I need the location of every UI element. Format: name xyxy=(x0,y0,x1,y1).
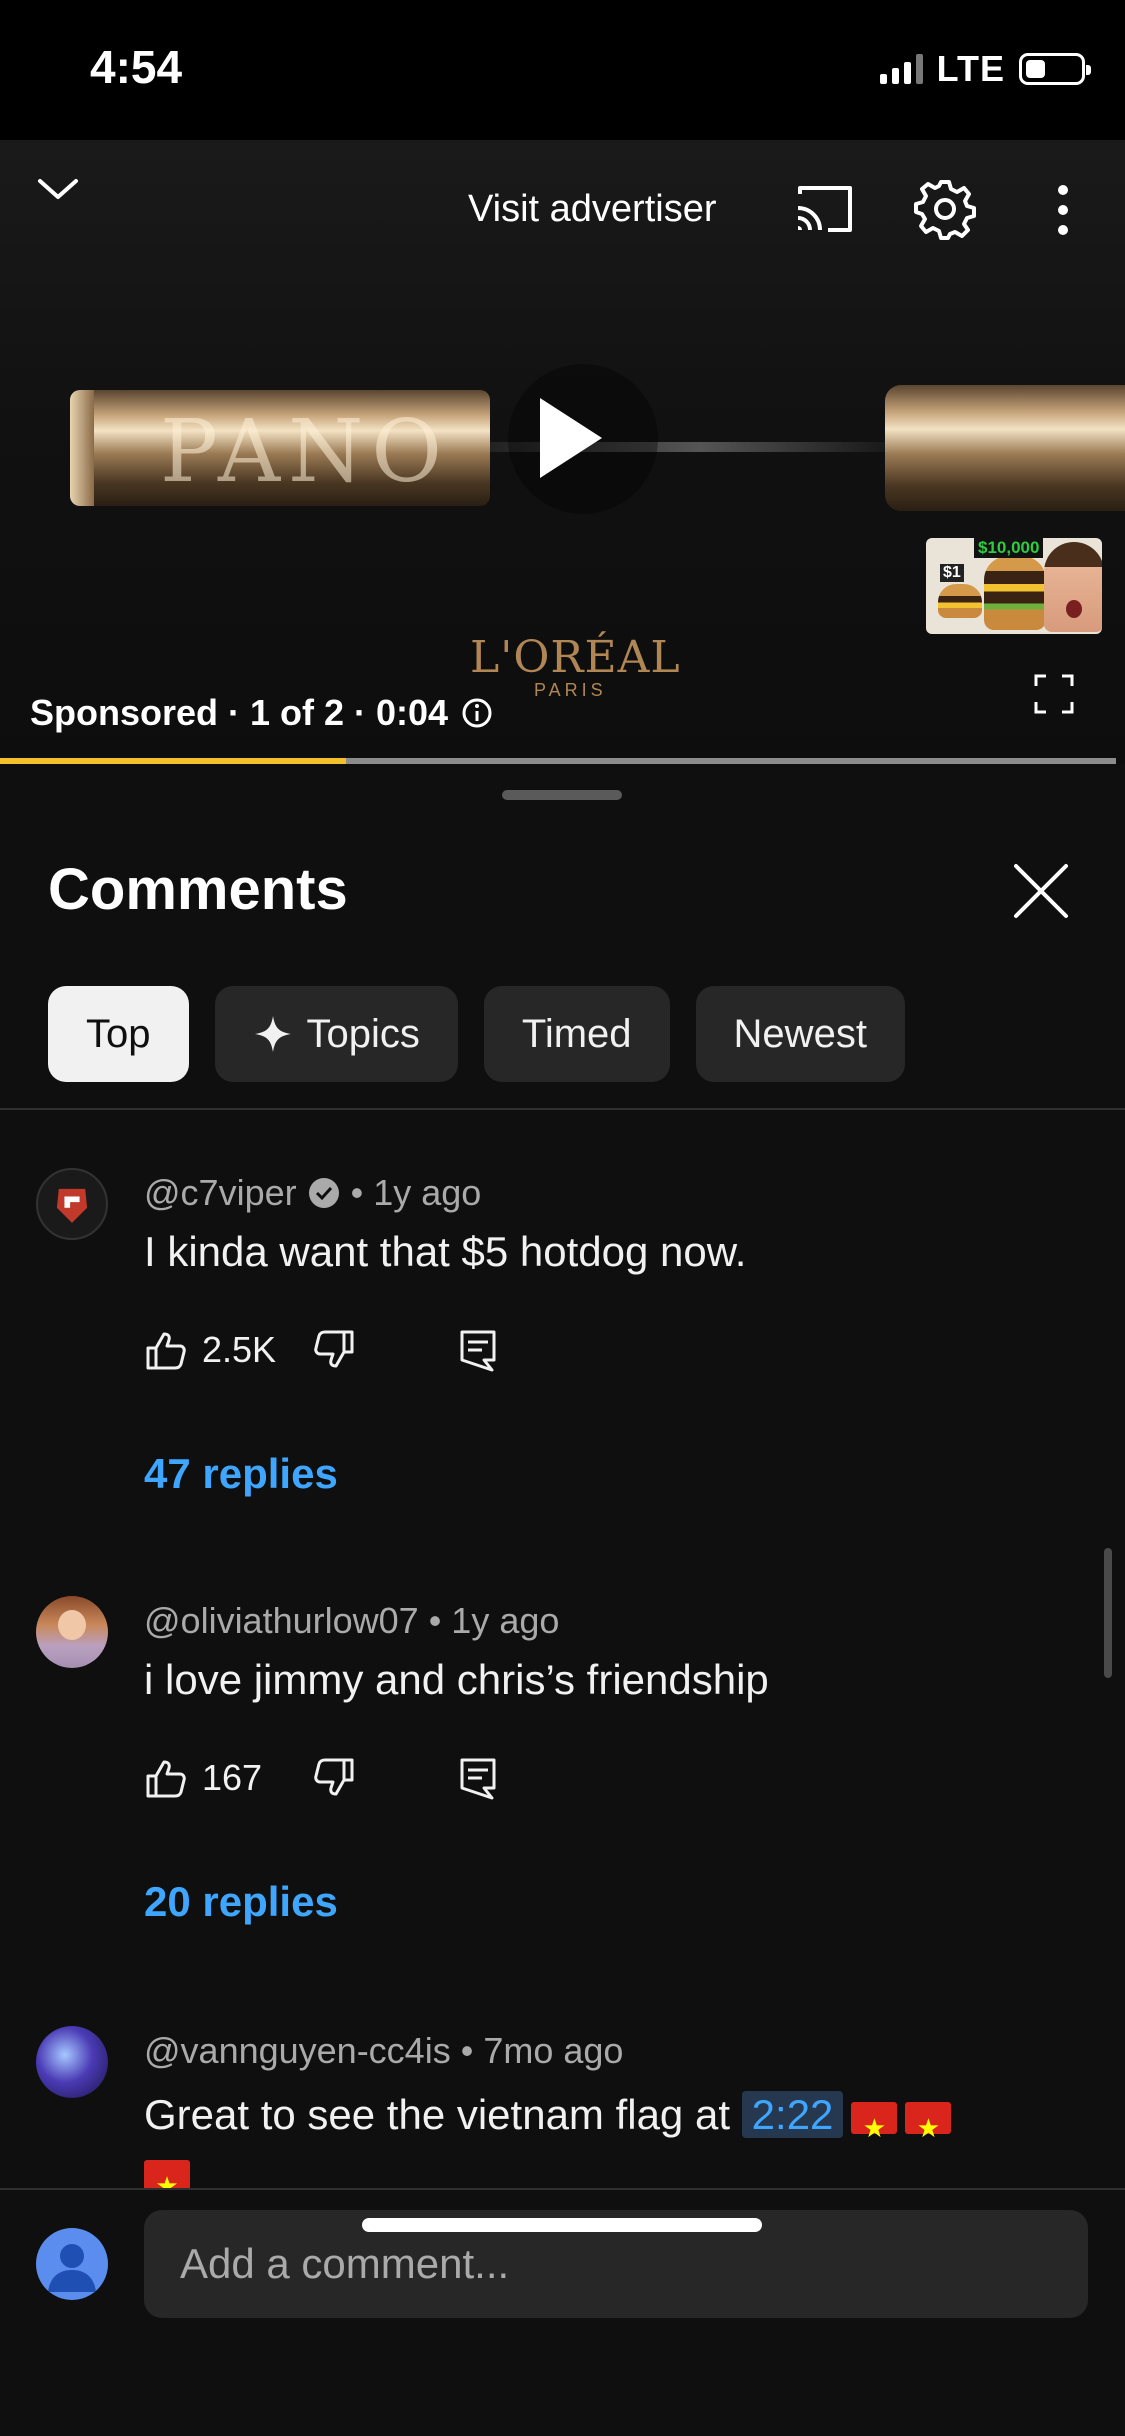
sparkle-icon xyxy=(254,1016,291,1052)
brand-logo-sub: PARIS xyxy=(534,680,607,700)
thumbnail-face xyxy=(1044,542,1102,632)
meta-separator: • xyxy=(350,1172,364,1213)
fullscreen-icon[interactable] xyxy=(1034,674,1074,714)
comment-age: 7mo ago xyxy=(483,2030,624,2071)
signal-icon xyxy=(879,54,923,84)
comment-meta: @oliviathurlow07 • 1y ago xyxy=(144,1600,559,1642)
close-icon[interactable] xyxy=(1012,862,1070,920)
comment-meta: @c7viper • 1y ago xyxy=(144,1172,481,1214)
vietnam-flag-icon xyxy=(851,2099,898,2157)
status-indicators: LTE xyxy=(879,48,1091,90)
chevron-down-icon[interactable] xyxy=(36,175,80,203)
view-replies-link[interactable]: 47 replies xyxy=(144,1450,338,1498)
comment-age: 1y ago xyxy=(373,1172,482,1213)
chip-topics[interactable]: Topics xyxy=(214,986,458,1082)
reply-icon[interactable] xyxy=(456,1328,500,1372)
meta-separator: • xyxy=(428,1600,442,1641)
thumbnail-mouth xyxy=(1066,600,1082,618)
chip-top[interactable]: Top xyxy=(48,986,189,1082)
comments-panel: Comments Top Topics Timed Newest @c7vipe… xyxy=(0,764,1125,2436)
user-avatar-icon xyxy=(48,2244,96,2292)
comment-sort-chips: Top Topics Timed Newest xyxy=(48,986,905,1082)
thumbs-down-icon[interactable] xyxy=(312,1756,356,1800)
comment-text-content: Great to see the vietnam flag at xyxy=(144,2091,730,2138)
sponsored-info: Sponsored · 1 of 2 · 0:04 xyxy=(30,692,494,734)
mascara-cap xyxy=(70,390,94,506)
info-icon[interactable] xyxy=(460,696,494,730)
status-time: 4:54 xyxy=(90,41,183,93)
brand-logo: L'ORÉAL xyxy=(470,632,681,683)
avatar[interactable] xyxy=(36,1168,108,1240)
scrollbar[interactable] xyxy=(1104,1548,1112,1678)
product-text: PANO xyxy=(160,402,450,502)
cast-icon[interactable] xyxy=(792,182,856,236)
burger-image-small xyxy=(938,584,982,618)
battery-icon xyxy=(1019,53,1091,85)
mascara-tube-right xyxy=(885,385,1125,511)
chip-timed-label: Timed xyxy=(521,1011,632,1056)
chip-timed[interactable]: Timed xyxy=(483,986,670,1082)
user-avatar[interactable] xyxy=(36,2228,108,2300)
avatar[interactable] xyxy=(36,2026,108,2098)
comment-text: I kinda want that $5 hotdog now. xyxy=(144,1228,747,1275)
chip-top-label: Top xyxy=(86,1011,151,1056)
more-vertical-icon[interactable] xyxy=(1048,182,1078,238)
gear-icon[interactable] xyxy=(914,178,976,240)
sponsored-label: Sponsored · 1 of 2 · 0:04 xyxy=(30,692,449,733)
view-replies-link[interactable]: 20 replies xyxy=(144,1878,338,1926)
comment-age: 1y ago xyxy=(451,1600,560,1641)
comments-title: Comments xyxy=(48,857,348,922)
visit-advertiser-link[interactable]: Visit advertiser xyxy=(468,188,717,231)
thumbnail-price-large: $10,000 xyxy=(974,538,1044,558)
timestamp-link[interactable]: 2:22 xyxy=(741,2091,844,2138)
thumbs-up-icon[interactable] xyxy=(144,1328,188,1372)
chip-newest[interactable]: Newest xyxy=(695,986,905,1082)
comment-meta: @vannguyen-cc4is • 7mo ago xyxy=(144,2030,623,2072)
thumbnail-price-small: $1 xyxy=(940,564,964,582)
comment-author[interactable]: @oliviathurlow07 xyxy=(144,1600,419,1642)
comment-actions: 2.5K xyxy=(144,1328,500,1372)
drag-handle[interactable] xyxy=(502,790,622,800)
comment-actions: 167 xyxy=(144,1756,500,1800)
verified-icon xyxy=(308,1178,339,1208)
network-type: LTE xyxy=(936,48,1005,89)
thumbs-up-icon[interactable] xyxy=(144,1756,188,1800)
thumbs-down-icon[interactable] xyxy=(312,1328,356,1372)
comment-author[interactable]: @c7viper xyxy=(144,1172,297,1214)
meta-separator: • xyxy=(460,2030,474,2071)
like-count: 167 xyxy=(202,1757,263,1798)
chip-newest-label: Newest xyxy=(733,1011,867,1056)
comment-author[interactable]: @vannguyen-cc4is xyxy=(144,2030,451,2072)
reply-icon[interactable] xyxy=(456,1756,500,1800)
burger-image-large xyxy=(984,556,1046,630)
home-indicator xyxy=(362,2218,762,2232)
comment-text: i love jimmy and chris’s friendship xyxy=(144,1656,769,1703)
chip-topics-label: Topics xyxy=(306,1011,420,1056)
vietnam-flag-icon xyxy=(905,2099,952,2157)
next-video-thumbnail[interactable]: $10,000 $1 xyxy=(926,538,1102,634)
comment-text: Great to see the vietnam flag at 2:22 xyxy=(144,2086,1044,2215)
avatar[interactable] xyxy=(36,1596,108,1668)
avatar-image xyxy=(56,1188,88,1223)
status-bar: 4:54 LTE xyxy=(0,0,1125,140)
like-count: 2.5K xyxy=(202,1329,277,1370)
avatar-face xyxy=(58,1610,86,1640)
divider xyxy=(0,1108,1125,1110)
video-player[interactable]: PANO Visit advertiser $10,000 $1 L'ORÉAL… xyxy=(0,140,1125,764)
play-icon[interactable] xyxy=(536,396,606,480)
